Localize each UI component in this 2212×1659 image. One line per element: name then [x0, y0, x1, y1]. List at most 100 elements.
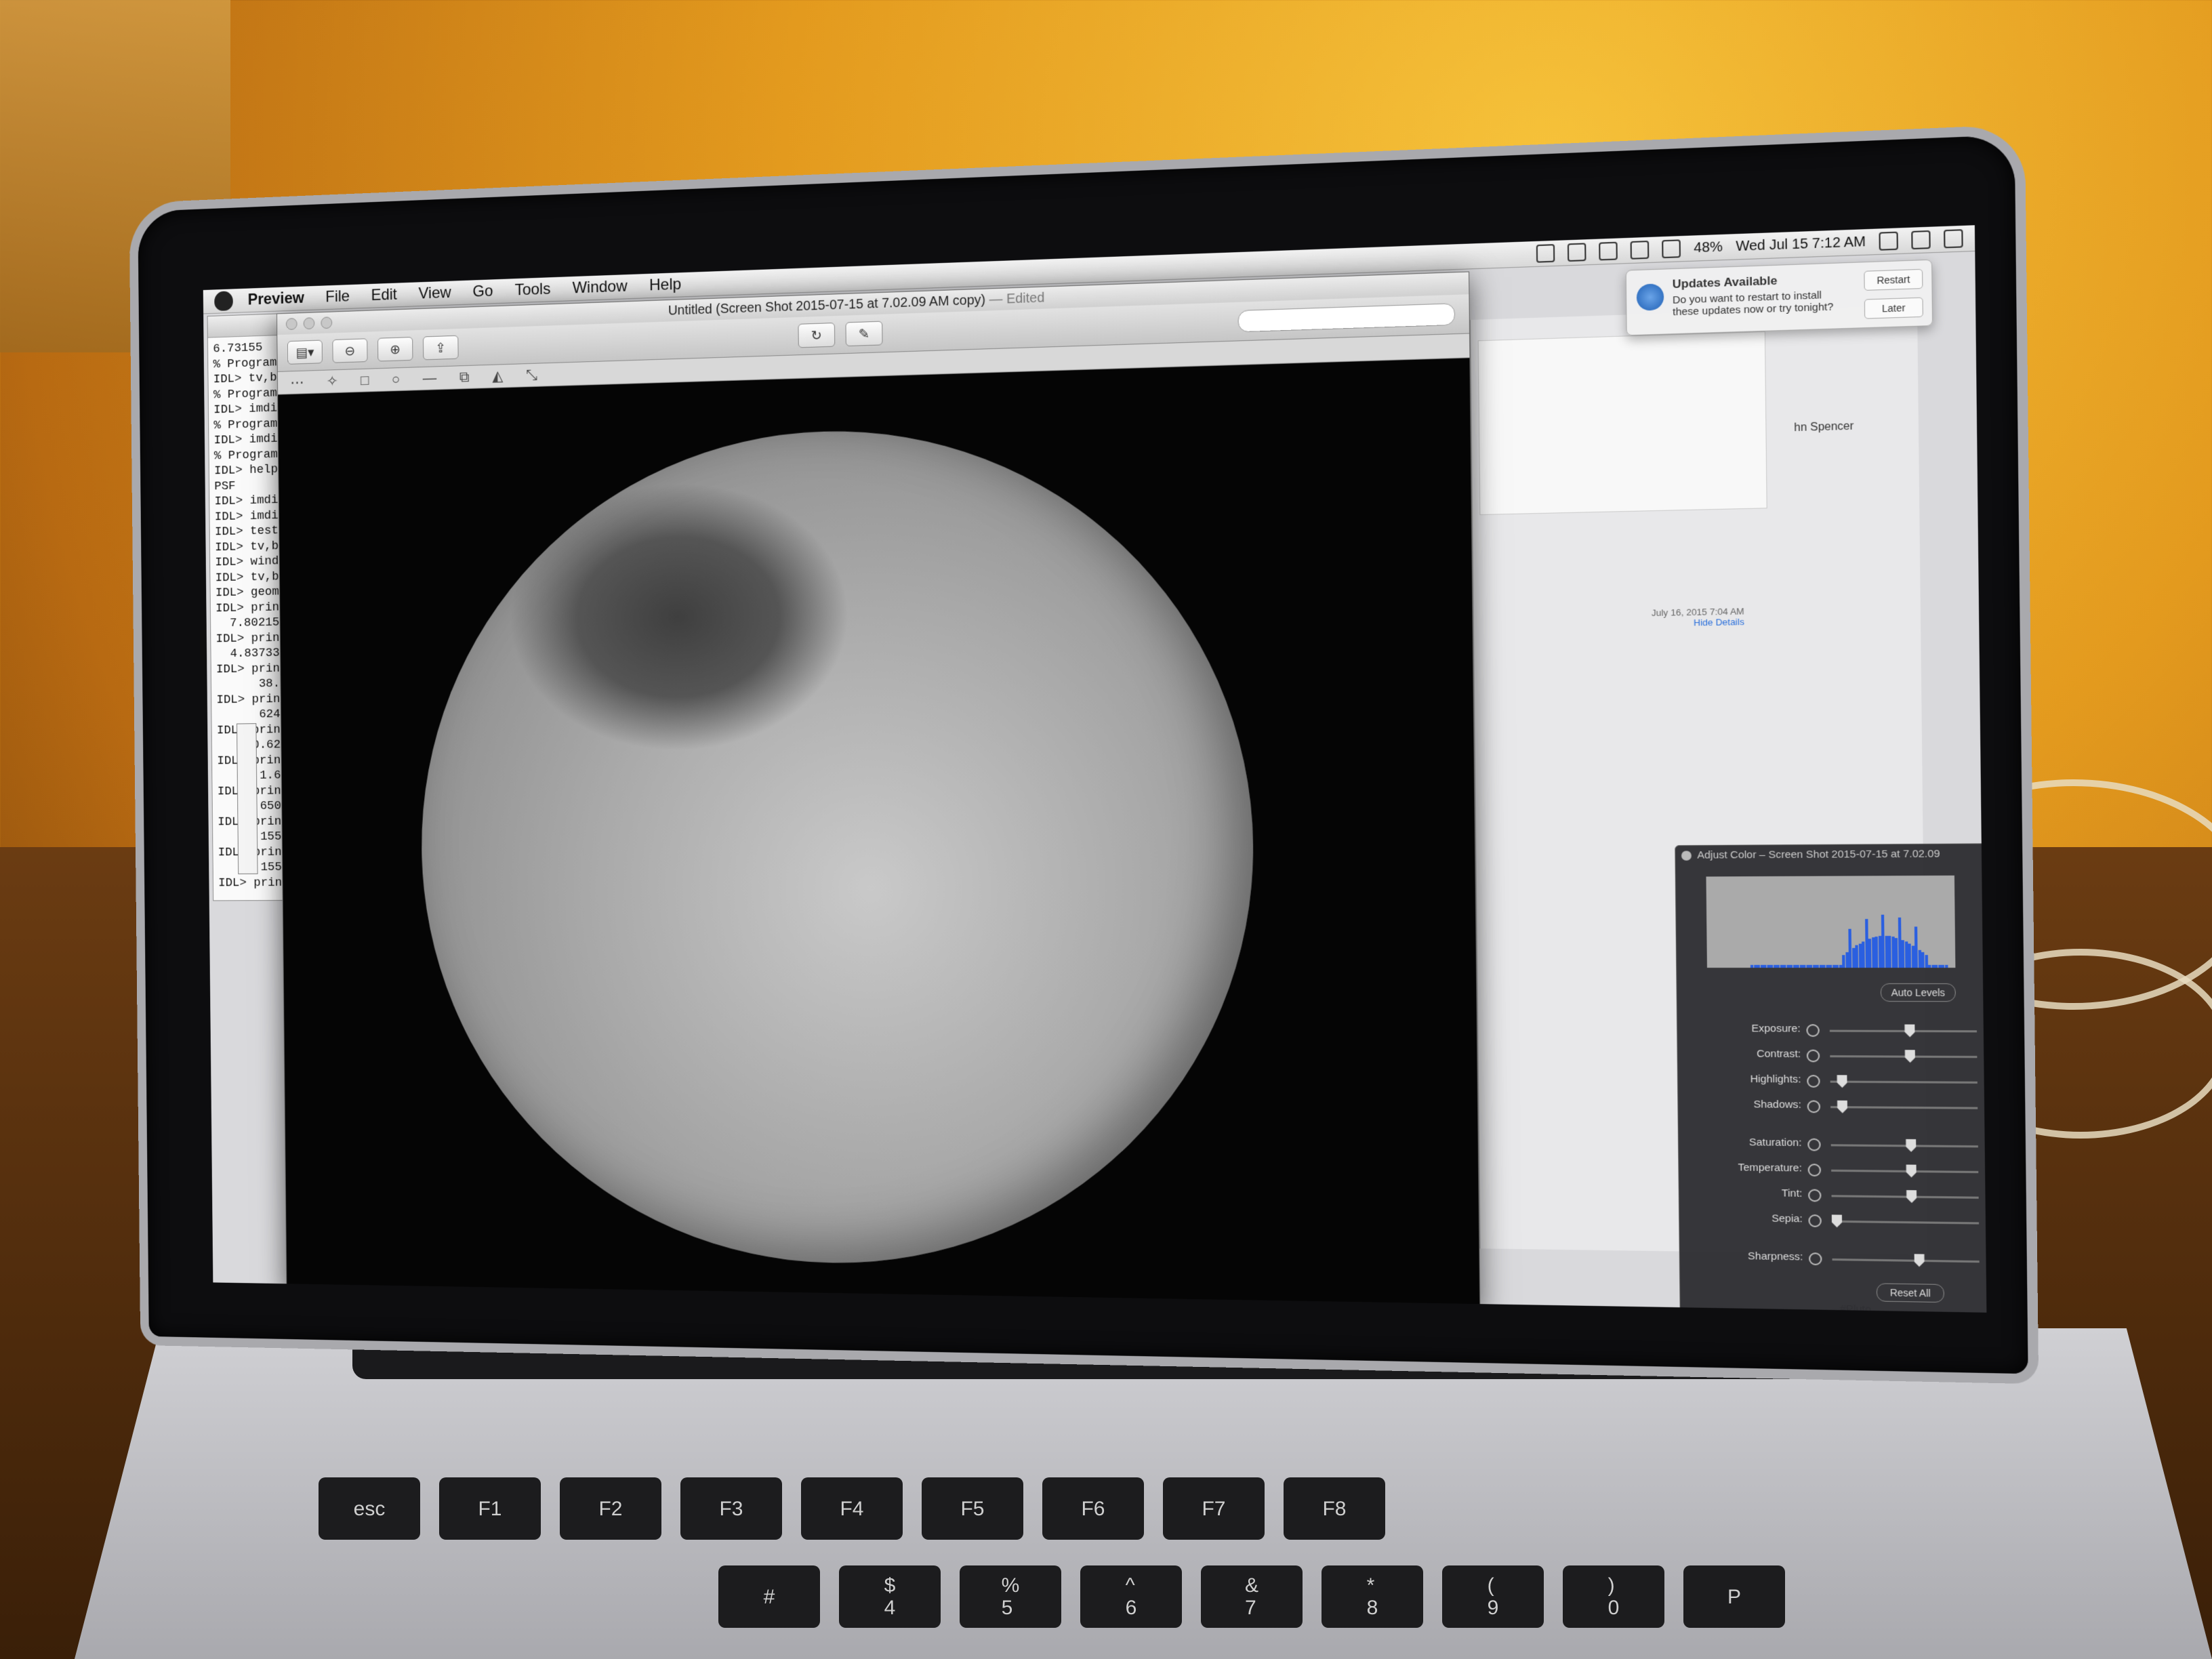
later-button[interactable]: Later: [1864, 297, 1923, 319]
sidebar-toggle-button[interactable]: ▤▾: [287, 340, 323, 365]
menu-tools[interactable]: Tools: [514, 280, 550, 300]
key[interactable]: F3: [680, 1477, 782, 1540]
histogram-bar: [1825, 964, 1829, 968]
slider-track[interactable]: [1830, 1106, 1978, 1109]
slider-track[interactable]: [1831, 1195, 1979, 1199]
slider-track[interactable]: [1832, 1258, 1980, 1263]
slider-track[interactable]: [1830, 1144, 1978, 1148]
preview-window[interactable]: Untitled (Screen Shot 2015-07-15 at 7.02…: [276, 271, 1481, 1313]
app-store-icon: [1636, 283, 1664, 311]
markup-toolbar-button[interactable]: ✎: [845, 321, 883, 347]
slider-knob[interactable]: [1906, 1190, 1917, 1203]
key[interactable]: F7: [1163, 1477, 1265, 1540]
slider-max-icon: [1985, 1139, 1987, 1153]
histogram-bar: [1799, 964, 1803, 968]
spotlight-icon[interactable]: [1911, 230, 1931, 250]
document-author: hn Spencer: [1794, 420, 1854, 434]
slider-row: Shadows:: [1678, 1098, 1987, 1118]
share-button[interactable]: ⇪: [422, 335, 459, 361]
restart-button[interactable]: Restart: [1864, 268, 1923, 291]
menu-file[interactable]: File: [325, 287, 350, 306]
wifi-icon[interactable]: [1630, 241, 1650, 260]
menu-view[interactable]: View: [418, 284, 451, 304]
rectangle-icon[interactable]: □: [361, 371, 369, 388]
histogram-bar: [1812, 964, 1816, 968]
close-icon[interactable]: [1681, 851, 1692, 861]
menu-go[interactable]: Go: [472, 282, 493, 301]
slider-row: Sepia:: [1679, 1212, 1987, 1233]
key[interactable]: * 8: [1322, 1565, 1423, 1628]
menu-help[interactable]: Help: [649, 275, 681, 295]
slider-knob[interactable]: [1837, 1101, 1847, 1113]
apple-menu-icon[interactable]: [214, 291, 233, 312]
slider-knob[interactable]: [1906, 1165, 1917, 1178]
notification-center-icon[interactable]: [1944, 229, 1963, 249]
histogram-bar: [1928, 964, 1931, 968]
volume-icon[interactable]: [1662, 239, 1681, 259]
reset-all-button[interactable]: Reset All: [1876, 1283, 1944, 1303]
slider-track[interactable]: [1830, 1080, 1978, 1084]
key[interactable]: F5: [922, 1477, 1023, 1540]
search-input[interactable]: [1237, 303, 1456, 333]
slider-label: Highlights:: [1750, 1073, 1801, 1086]
resize-icon[interactable]: ⤡: [526, 367, 537, 384]
slider-track[interactable]: [1831, 1169, 1979, 1174]
notification-title: Updates Available: [1672, 274, 1778, 291]
key[interactable]: ^ 6: [1080, 1565, 1182, 1628]
status-icon[interactable]: [1536, 244, 1555, 263]
rotate-button[interactable]: ↻: [798, 323, 836, 348]
slider-knob[interactable]: [1914, 1254, 1924, 1267]
user-icon[interactable]: [1879, 231, 1898, 251]
slider-max-icon: [1984, 1050, 1987, 1063]
function-key-row: esc F1 F2 F3 F4 F5 F6 F7 F8: [319, 1477, 1385, 1540]
slider-min-icon: [1806, 1024, 1820, 1037]
key[interactable]: $ 4: [839, 1565, 941, 1628]
zoom-in-button[interactable]: ⊕: [377, 337, 413, 362]
menu-clock[interactable]: Wed Jul 15 7:12 AM: [1736, 234, 1866, 255]
histogram-bar: [1816, 964, 1819, 968]
menu-window[interactable]: Window: [572, 277, 627, 298]
key[interactable]: #: [718, 1565, 820, 1628]
key[interactable]: F1: [439, 1477, 541, 1540]
crop-icon[interactable]: ⧉: [459, 369, 470, 386]
instant-alpha-icon[interactable]: ✧: [327, 373, 338, 390]
slider-knob[interactable]: [1832, 1214, 1842, 1227]
key[interactable]: P: [1683, 1565, 1785, 1628]
slider-knob[interactable]: [1904, 1025, 1914, 1038]
slider-label: Saturation:: [1748, 1136, 1802, 1149]
slider-track[interactable]: [1831, 1220, 1980, 1225]
airplay-icon[interactable]: [1599, 241, 1618, 261]
slider-knob[interactable]: [1905, 1050, 1915, 1063]
dropbox-icon[interactable]: [1568, 243, 1586, 262]
histogram[interactable]: [1706, 875, 1956, 968]
battery-percent[interactable]: 48%: [1694, 239, 1723, 256]
key[interactable]: & 7: [1201, 1565, 1303, 1628]
key[interactable]: esc: [319, 1477, 420, 1540]
slider-track[interactable]: [1830, 1055, 1978, 1059]
key[interactable]: ( 9: [1442, 1565, 1544, 1628]
slider-min-icon: [1807, 1189, 1822, 1202]
selection-tool-icon[interactable]: ⋯: [290, 374, 304, 392]
key[interactable]: F2: [560, 1477, 661, 1540]
key[interactable]: F6: [1042, 1477, 1144, 1540]
key[interactable]: F4: [801, 1477, 903, 1540]
key[interactable]: ) 0: [1563, 1565, 1664, 1628]
histogram-bar: [1780, 964, 1783, 968]
histogram-bar: [1914, 926, 1918, 968]
adjust-color-icon[interactable]: ◭: [492, 367, 503, 385]
auto-levels-button[interactable]: Auto Levels: [1880, 983, 1956, 1002]
slider-knob[interactable]: [1906, 1139, 1916, 1152]
update-notification[interactable]: Updates Available Do you want to restart…: [1625, 259, 1933, 336]
zoom-out-button[interactable]: ⊖: [332, 338, 368, 363]
adjust-color-panel[interactable]: Adjust Color – Screen Shot 2015-07-15 at…: [1675, 843, 1987, 1313]
menu-edit[interactable]: Edit: [371, 285, 397, 304]
key[interactable]: F8: [1284, 1477, 1385, 1540]
menu-app-name[interactable]: Preview: [248, 289, 305, 309]
key[interactable]: % 5: [960, 1565, 1061, 1628]
line-icon[interactable]: —: [423, 369, 437, 387]
hide-details-link[interactable]: Hide Details: [1652, 617, 1744, 629]
ellipse-icon[interactable]: ○: [392, 371, 401, 388]
slider-knob[interactable]: [1837, 1075, 1847, 1088]
slider-track[interactable]: [1829, 1029, 1978, 1033]
adjust-color-titlebar[interactable]: Adjust Color – Screen Shot 2015-07-15 at…: [1675, 844, 1986, 865]
